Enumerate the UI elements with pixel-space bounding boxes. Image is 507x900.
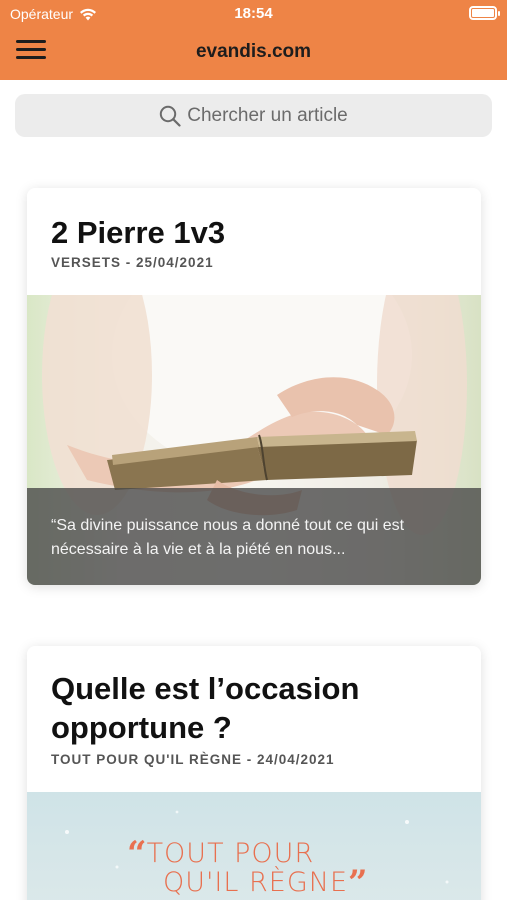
article-card[interactable]: 2 Pierre 1v3 VERSETS - 25/04/2021 “Sa di… — [27, 188, 481, 585]
quote-open-icon: “ — [127, 833, 147, 874]
article-title: 2 Pierre 1v3 — [51, 215, 226, 250]
article-image: “Sa divine puissance nous a donné tout c… — [27, 295, 481, 585]
nav-title: evandis.com — [195, 41, 312, 62]
status-time: 18:54 — [234, 5, 273, 22]
top-bar: Opérateur 18:54 evandis.com — [0, 0, 507, 80]
tout-pour-quil-regne-logo: “ TOUT POUR QU'IL RÈGNE ” — [127, 833, 387, 900]
logo-line-1: TOUT POUR — [146, 838, 315, 869]
search-icon — [160, 105, 181, 127]
article-meta: TOUT POUR QU'IL RÈGNE - 24/04/2021 — [51, 752, 335, 767]
search-field[interactable]: Chercher un article — [15, 94, 492, 137]
article-image: “ TOUT POUR QU'IL RÈGNE ” — [27, 792, 481, 900]
excerpt-overlay: “Sa divine puissance nous a donné tout c… — [27, 488, 481, 585]
article-meta: VERSETS - 25/04/2021 — [51, 255, 214, 270]
article-title-line-2: opportune ? — [51, 710, 232, 745]
quote-close-icon: ” — [348, 862, 368, 900]
article-excerpt: “Sa divine puissance nous a donné tout c… — [51, 517, 405, 558]
article-title-line-1: Quelle est l’occasion — [51, 671, 360, 706]
logo-line-2: QU'IL RÈGNE — [163, 867, 349, 898]
search-placeholder: Chercher un article — [187, 104, 348, 126]
battery-icon — [469, 6, 500, 20]
status-bar: Opérateur 18:54 — [0, 0, 507, 28]
article-card[interactable]: Quelle est l’occasion opportune ? TOUT P… — [27, 646, 481, 900]
